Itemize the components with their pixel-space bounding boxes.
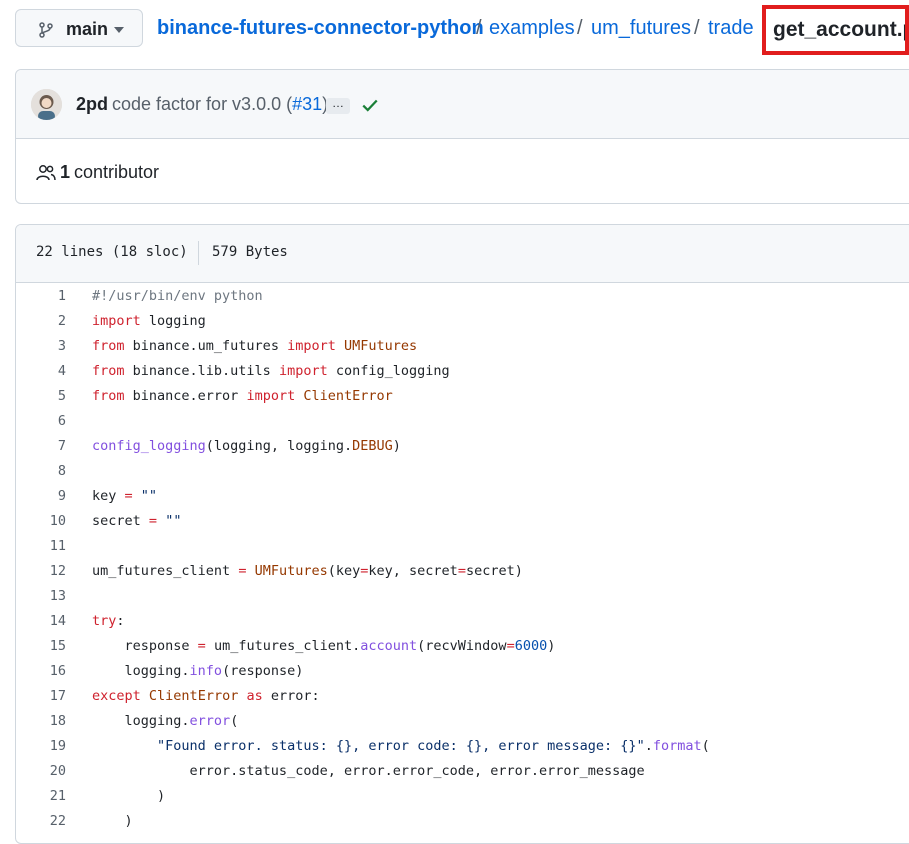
code-line: 4 from binance.lib.utils import config_lo… <box>16 359 909 384</box>
line-number[interactable]: 11 <box>16 534 66 559</box>
line-number[interactable]: 2 <box>16 309 66 334</box>
code-line: 21 ) <box>16 784 909 809</box>
line-number[interactable]: 21 <box>16 784 66 809</box>
code-line: 15 response = um_futures_client.account(… <box>16 634 909 659</box>
code-line: 13 <box>16 584 909 609</box>
code-line: 18 logging.error( <box>16 709 909 734</box>
file-viewer: 22 lines (18 sloc) 579 Bytes 1 #!/usr/bin… <box>15 224 909 844</box>
contributor-label[interactable]: contributor <box>74 162 159 183</box>
line-content: ) <box>92 813 133 829</box>
latest-commit-bar: 2pd code factor for v3.0.0 (#31) … <box>16 70 909 139</box>
breadcrumb-um-futures-link[interactable]: um_futures <box>591 17 691 40</box>
line-content: um_futures_client = UMFutures(key=key, s… <box>92 563 523 579</box>
breadcrumb-separator: / <box>694 17 700 39</box>
code-line: 5 from binance.error import ClientError <box>16 384 909 409</box>
line-number[interactable]: 5 <box>16 384 66 409</box>
code-line: 3 from binance.um_futures import UMFuture… <box>16 334 909 359</box>
chevron-down-icon <box>114 27 124 33</box>
code-line: 11 <box>16 534 909 559</box>
line-content: #!/usr/bin/env python <box>92 288 263 304</box>
line-content: from binance.um_futures import UMFutures <box>92 338 418 354</box>
expand-commit-button[interactable]: … <box>326 97 350 114</box>
code-line: 20 error.status_code, error.error_code, … <box>16 759 909 784</box>
code-line: 10 secret = "" <box>16 509 909 534</box>
line-number[interactable]: 16 <box>16 659 66 684</box>
line-number[interactable]: 9 <box>16 484 66 509</box>
code-line: 19 "Found error. status: {}, error code:… <box>16 734 909 759</box>
line-content: try: <box>92 613 125 629</box>
commit-box: 2pd code factor for v3.0.0 (#31) … 1 con… <box>15 69 909 204</box>
people-icon <box>36 165 56 181</box>
line-content: secret = "" <box>92 513 182 529</box>
line-number[interactable]: 19 <box>16 734 66 759</box>
divider <box>198 241 199 265</box>
line-content: response = um_futures_client.account(rec… <box>92 638 556 654</box>
file-lines-info: 22 lines (18 sloc) <box>36 244 188 260</box>
line-number[interactable]: 12 <box>16 559 66 584</box>
line-number[interactable]: 8 <box>16 459 66 484</box>
line-number[interactable]: 15 <box>16 634 66 659</box>
line-content: logging.error( <box>92 713 239 729</box>
line-content: from binance.error import ClientError <box>92 388 393 404</box>
code-line: 12 um_futures_client = UMFutures(key=key,… <box>16 559 909 584</box>
file-header: 22 lines (18 sloc) 579 Bytes <box>16 225 909 283</box>
check-icon[interactable] <box>361 96 379 114</box>
line-number[interactable]: 22 <box>16 809 66 834</box>
breadcrumb-trade-link[interactable]: trade <box>708 17 754 40</box>
code-line: 1 #!/usr/bin/env python <box>16 284 909 309</box>
code-line: 7 config_logging(logging, logging.DEBUG) <box>16 434 909 459</box>
breadcrumb-examples-link[interactable]: examples <box>489 17 575 40</box>
line-number[interactable]: 7 <box>16 434 66 459</box>
line-content: ) <box>92 788 166 804</box>
branch-label: main <box>66 19 109 39</box>
code-line: 17 except ClientError as error: <box>16 684 909 709</box>
code-line: 16 logging.info(response) <box>16 659 909 684</box>
line-number[interactable]: 10 <box>16 509 66 534</box>
line-number[interactable]: 14 <box>16 609 66 634</box>
contributor-count: 1 <box>60 162 71 182</box>
line-number[interactable]: 4 <box>16 359 66 384</box>
breadcrumb-separator: / <box>476 17 482 39</box>
code-line: 8 <box>16 459 909 484</box>
line-content: from binance.lib.utils import config_log… <box>92 363 450 379</box>
commit-message[interactable]: code factor for v3.0.0 (#31) <box>112 94 328 115</box>
code-line: 9 key = "" <box>16 484 909 509</box>
breadcrumb-separator: / <box>577 17 583 39</box>
line-number[interactable]: 3 <box>16 334 66 359</box>
line-number[interactable]: 1 <box>16 284 66 309</box>
line-content: except ClientError as error: <box>92 688 320 704</box>
line-content: key = "" <box>92 488 158 504</box>
git-branch-icon <box>39 22 53 38</box>
file-size: 579 Bytes <box>212 244 288 260</box>
line-number[interactable]: 17 <box>16 684 66 709</box>
line-content: error.status_code, error.error_code, err… <box>92 763 645 779</box>
line-content: logging.info(response) <box>92 663 304 679</box>
code-line: 6 <box>16 409 909 434</box>
commit-author-link[interactable]: 2pd <box>76 94 108 115</box>
code-line: 2 import logging <box>16 309 909 334</box>
line-content: "Found error. status: {}, error code: {}… <box>157 738 710 754</box>
code-line: 14 try: <box>16 609 909 634</box>
current-file-name: get_account.py <box>773 18 905 41</box>
avatar[interactable] <box>31 89 62 120</box>
breadcrumb-repo-link[interactable]: binance-futures-connector-python <box>157 17 484 40</box>
branch-selector-button[interactable]: main <box>15 9 143 47</box>
pr-link[interactable]: #31 <box>292 94 322 114</box>
code-line: 22 ) <box>16 809 909 834</box>
line-content: config_logging(logging, logging.DEBUG) <box>92 438 401 454</box>
breadcrumb-current-file: get_account.py <box>762 5 909 55</box>
line-number[interactable]: 13 <box>16 584 66 609</box>
line-number[interactable]: 18 <box>16 709 66 734</box>
line-number[interactable]: 6 <box>16 409 66 434</box>
line-content: import logging <box>92 313 206 329</box>
line-number[interactable]: 20 <box>16 759 66 784</box>
